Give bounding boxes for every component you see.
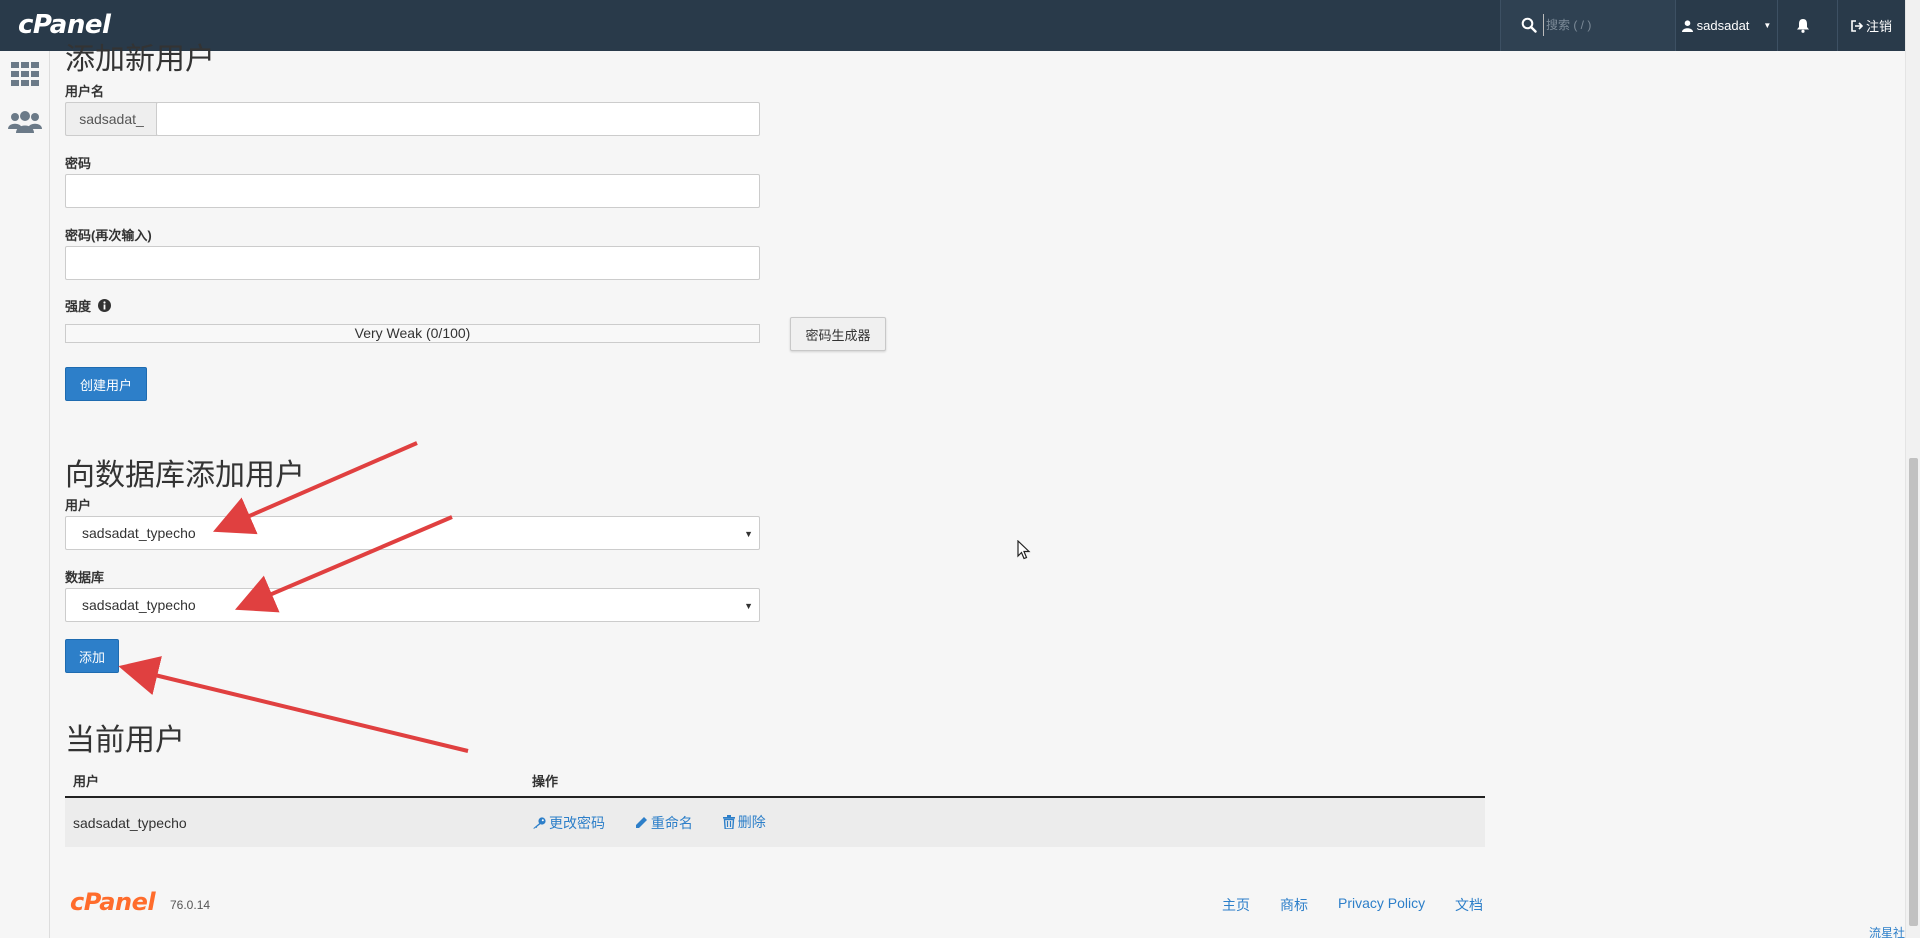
search-icon [1521, 17, 1537, 33]
actions-cell: 更改密码 重命名 删除 [524, 797, 1485, 847]
nav-home-button[interactable] [8, 57, 42, 91]
password-again-input[interactable] [65, 246, 760, 280]
footer-link-docs[interactable]: 文档 [1455, 895, 1483, 915]
pencil-icon [635, 817, 647, 828]
current-users-title: 当前用户 [65, 723, 185, 758]
column-header-user: 用户 [65, 764, 524, 798]
rename-label: 重命名 [650, 814, 693, 831]
change-password-label: 更改密码 [549, 815, 605, 831]
notifications-button[interactable] [1777, 0, 1827, 51]
password-field-label: 密码 [65, 156, 92, 171]
logout-icon [1851, 19, 1863, 32]
delete-link[interactable]: 删除 [722, 812, 766, 832]
user-menu[interactable]: sadsadat ▼ [1675, 0, 1777, 51]
logout-button[interactable]: 注销 [1837, 0, 1905, 51]
version-label: 76.0.14 [170, 898, 211, 912]
password-again-field-label: 密码(再次输入) [65, 228, 152, 243]
footer-cpanel-logo: cPanel [70, 888, 156, 916]
footer-link-trademarks[interactable]: 商标 [1280, 895, 1308, 915]
strength-label-text: 强度 [65, 299, 92, 314]
change-password-link[interactable]: 更改密码 [532, 813, 605, 833]
username-prefix: sadsadat_ [65, 102, 157, 136]
password-input[interactable] [65, 174, 760, 208]
db-user-select[interactable]: sadsadat_typecho ▼ [65, 516, 760, 550]
info-icon[interactable] [97, 299, 111, 312]
add-user-title: 添加新用户 [65, 42, 215, 77]
select-caret-icon: ▼ [744, 601, 753, 611]
grid-icon [11, 62, 39, 86]
add-user-to-db-button[interactable]: 添加 [65, 639, 119, 673]
scrollbar-thumb[interactable] [1909, 458, 1918, 926]
password-generator-button[interactable]: 密码生成器 [790, 317, 886, 351]
column-header-actions: 操作 [524, 764, 1485, 798]
top-bar: cPanel sadsadat ▼ 注销 [0, 0, 1905, 51]
user-icon [1681, 19, 1693, 32]
strength-label: 强度 [65, 296, 111, 315]
username-field-label: 用户名 [65, 84, 105, 99]
database-select[interactable]: sadsadat_typecho ▼ [65, 588, 760, 622]
mouse-cursor-icon [1017, 540, 1031, 560]
search-box[interactable] [1500, 0, 1675, 51]
page-scrollbar[interactable] [1905, 0, 1920, 938]
db-user-selected: sadsadat_typecho [82, 525, 196, 541]
current-users-table: 用户 操作 sadsadat_typecho 更改密码 重命名 删除 [65, 764, 1485, 847]
select-caret-icon: ▼ [744, 529, 753, 539]
nav-users-button[interactable] [8, 105, 42, 139]
delete-label: 删除 [737, 814, 766, 830]
footer-link-privacy[interactable]: Privacy Policy [1338, 895, 1425, 911]
database-label: 数据库 [65, 570, 105, 585]
search-input[interactable] [1543, 14, 1663, 36]
chevron-down-icon: ▼ [1763, 21, 1772, 30]
database-selected: sadsadat_typecho [82, 597, 196, 613]
footer-link-home[interactable]: 主页 [1222, 895, 1250, 915]
logout-label: 注销 [1865, 19, 1892, 34]
username-label: sadsadat [1696, 18, 1750, 33]
db-user-label: 用户 [65, 498, 92, 513]
add-to-db-title: 向数据库添加用户 [65, 458, 305, 493]
side-nav [0, 51, 50, 938]
username-input[interactable] [156, 102, 760, 136]
bell-icon [1796, 19, 1809, 33]
key-icon [533, 817, 546, 829]
create-user-button[interactable]: 创建用户 [65, 367, 147, 401]
trash-icon [722, 815, 735, 829]
table-row: sadsadat_typecho 更改密码 重命名 删除 [65, 797, 1485, 847]
rename-link[interactable]: 重命名 [635, 813, 693, 833]
password-strength-meter: Very Weak (0/100) [65, 324, 760, 343]
watermark-text: 流星社区 [1869, 926, 1905, 938]
user-cell: sadsadat_typecho [65, 797, 524, 847]
users-icon [8, 111, 42, 133]
table-header-row: 用户 操作 [65, 764, 1485, 798]
